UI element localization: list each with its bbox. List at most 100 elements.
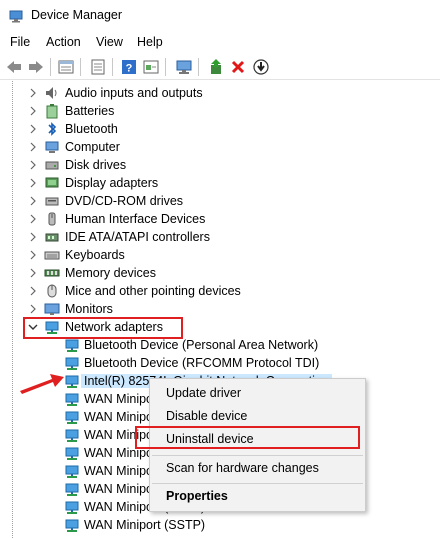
toolbar-separator (165, 58, 166, 76)
chevron-right-icon[interactable] (28, 177, 38, 189)
scan-hardware-icon[interactable] (174, 57, 194, 77)
memory-icon (44, 269, 60, 277)
uninstall-highlight (135, 426, 360, 449)
tree-category[interactable]: Display adapters (0, 174, 440, 192)
category-label: Batteries (65, 104, 115, 118)
battery-icon (46, 104, 58, 119)
dvd-icon (45, 197, 59, 206)
forward-icon[interactable] (26, 57, 46, 77)
title-bar: Device Manager (0, 0, 440, 32)
window-title: Device Manager (31, 8, 123, 22)
hid-icon (48, 212, 56, 226)
network-icon (65, 501, 79, 514)
toolbar-separator (50, 58, 51, 76)
tree-category[interactable]: Audio inputs and outputs (0, 84, 440, 102)
chevron-right-icon[interactable] (28, 231, 38, 243)
tree-category[interactable]: IDE ATA/ATAPI controllers (0, 228, 440, 246)
menu-bar: File Action View Help (0, 32, 440, 52)
category-label: IDE ATA/ATAPI controllers (65, 230, 210, 244)
category-label: Human Interface Devices (65, 212, 206, 226)
network-icon (65, 339, 79, 352)
update-driver-icon[interactable] (206, 57, 226, 77)
adapter-label: Bluetooth Device (Personal Area Network) (84, 338, 319, 352)
category-label: Monitors (65, 302, 113, 316)
chevron-right-icon[interactable] (28, 285, 38, 297)
chevron-right-icon[interactable] (28, 123, 38, 135)
help-icon[interactable]: ? (119, 57, 139, 77)
network-icon (65, 375, 79, 388)
category-label: Bluetooth (65, 122, 118, 136)
display-icon (45, 177, 59, 188)
tree-category[interactable]: Keyboards (0, 246, 440, 264)
keyboard-icon (44, 251, 60, 260)
ide-icon (45, 233, 59, 242)
category-label: Mice and other pointing devices (65, 284, 241, 298)
network-icon (65, 519, 79, 532)
tree-category[interactable]: DVD/CD-ROM drives (0, 192, 440, 210)
chevron-right-icon[interactable] (28, 195, 38, 207)
adapter-label: WAN Miniport (SSTP) (84, 518, 206, 532)
menu-help[interactable]: Help (137, 35, 163, 49)
menu-disable-device[interactable]: Disable device (166, 409, 247, 423)
chevron-right-icon[interactable] (28, 303, 38, 315)
chevron-right-icon[interactable] (28, 213, 38, 225)
disable-icon[interactable] (251, 57, 271, 77)
network-adapter-item[interactable]: Bluetooth Device (RFCOMM Protocol TDI) (0, 354, 440, 372)
menu-scan-hardware[interactable]: Scan for hardware changes (166, 461, 319, 475)
bluetooth-icon (48, 122, 57, 136)
chevron-right-icon[interactable] (28, 267, 38, 279)
tree-category[interactable]: Batteries (0, 102, 440, 120)
network-icon (65, 429, 79, 442)
tree-category[interactable]: Computer (0, 138, 440, 156)
category-label: Computer (65, 140, 120, 154)
pointer-arrow (20, 374, 64, 394)
category-label: DVD/CD-ROM drives (65, 194, 184, 208)
category-label: Audio inputs and outputs (65, 86, 203, 100)
monitor-icon (44, 303, 60, 315)
tree-category[interactable]: Monitors (0, 300, 440, 318)
tree-category[interactable]: Human Interface Devices (0, 210, 440, 228)
mouse-icon (47, 284, 57, 298)
menu-update-driver[interactable]: Update driver (166, 386, 241, 400)
toolbar-separator (198, 58, 199, 76)
show-hidden-icon[interactable] (141, 57, 161, 77)
menu-file[interactable]: File (10, 35, 30, 49)
tree-category[interactable]: Memory devices (0, 264, 440, 282)
chevron-right-icon[interactable] (28, 141, 38, 153)
category-label: Keyboards (65, 248, 125, 262)
network-icon (65, 393, 79, 406)
device-tree-icon[interactable] (56, 57, 76, 77)
speaker-icon (46, 87, 57, 99)
adapter-label: Bluetooth Device (RFCOMM Protocol TDI) (84, 356, 320, 370)
category-label: Disk drives (65, 158, 127, 172)
network-adapters-highlight (23, 317, 183, 339)
back-icon[interactable] (4, 57, 24, 77)
device-manager-icon (9, 10, 23, 23)
toolbar-separator (112, 58, 113, 76)
network-icon (65, 357, 79, 370)
chevron-right-icon[interactable] (28, 87, 38, 99)
toolbar-separator (80, 58, 81, 76)
category-label: Display adapters (65, 176, 159, 190)
menu-action[interactable]: Action (46, 35, 81, 49)
chevron-right-icon[interactable] (28, 105, 38, 117)
network-adapter-item[interactable]: WAN Miniport (SSTP) (0, 516, 440, 534)
tree-category[interactable]: Mice and other pointing devices (0, 282, 440, 300)
computer-icon (45, 141, 59, 153)
network-icon (65, 483, 79, 496)
chevron-right-icon[interactable] (28, 159, 38, 171)
network-icon (65, 447, 79, 460)
properties-icon[interactable] (88, 57, 108, 77)
chevron-right-icon[interactable] (28, 249, 38, 261)
menu-view[interactable]: View (96, 35, 123, 49)
menu-separator (152, 483, 363, 484)
disk-icon (45, 161, 59, 170)
tree-category[interactable]: Bluetooth (0, 120, 440, 138)
category-label: Memory devices (65, 266, 156, 280)
menu-properties[interactable]: Properties (166, 489, 228, 503)
uninstall-icon[interactable] (228, 57, 248, 77)
network-icon (65, 411, 79, 424)
network-icon (65, 465, 79, 478)
toolbar: ? (0, 53, 440, 80)
tree-category[interactable]: Disk drives (0, 156, 440, 174)
